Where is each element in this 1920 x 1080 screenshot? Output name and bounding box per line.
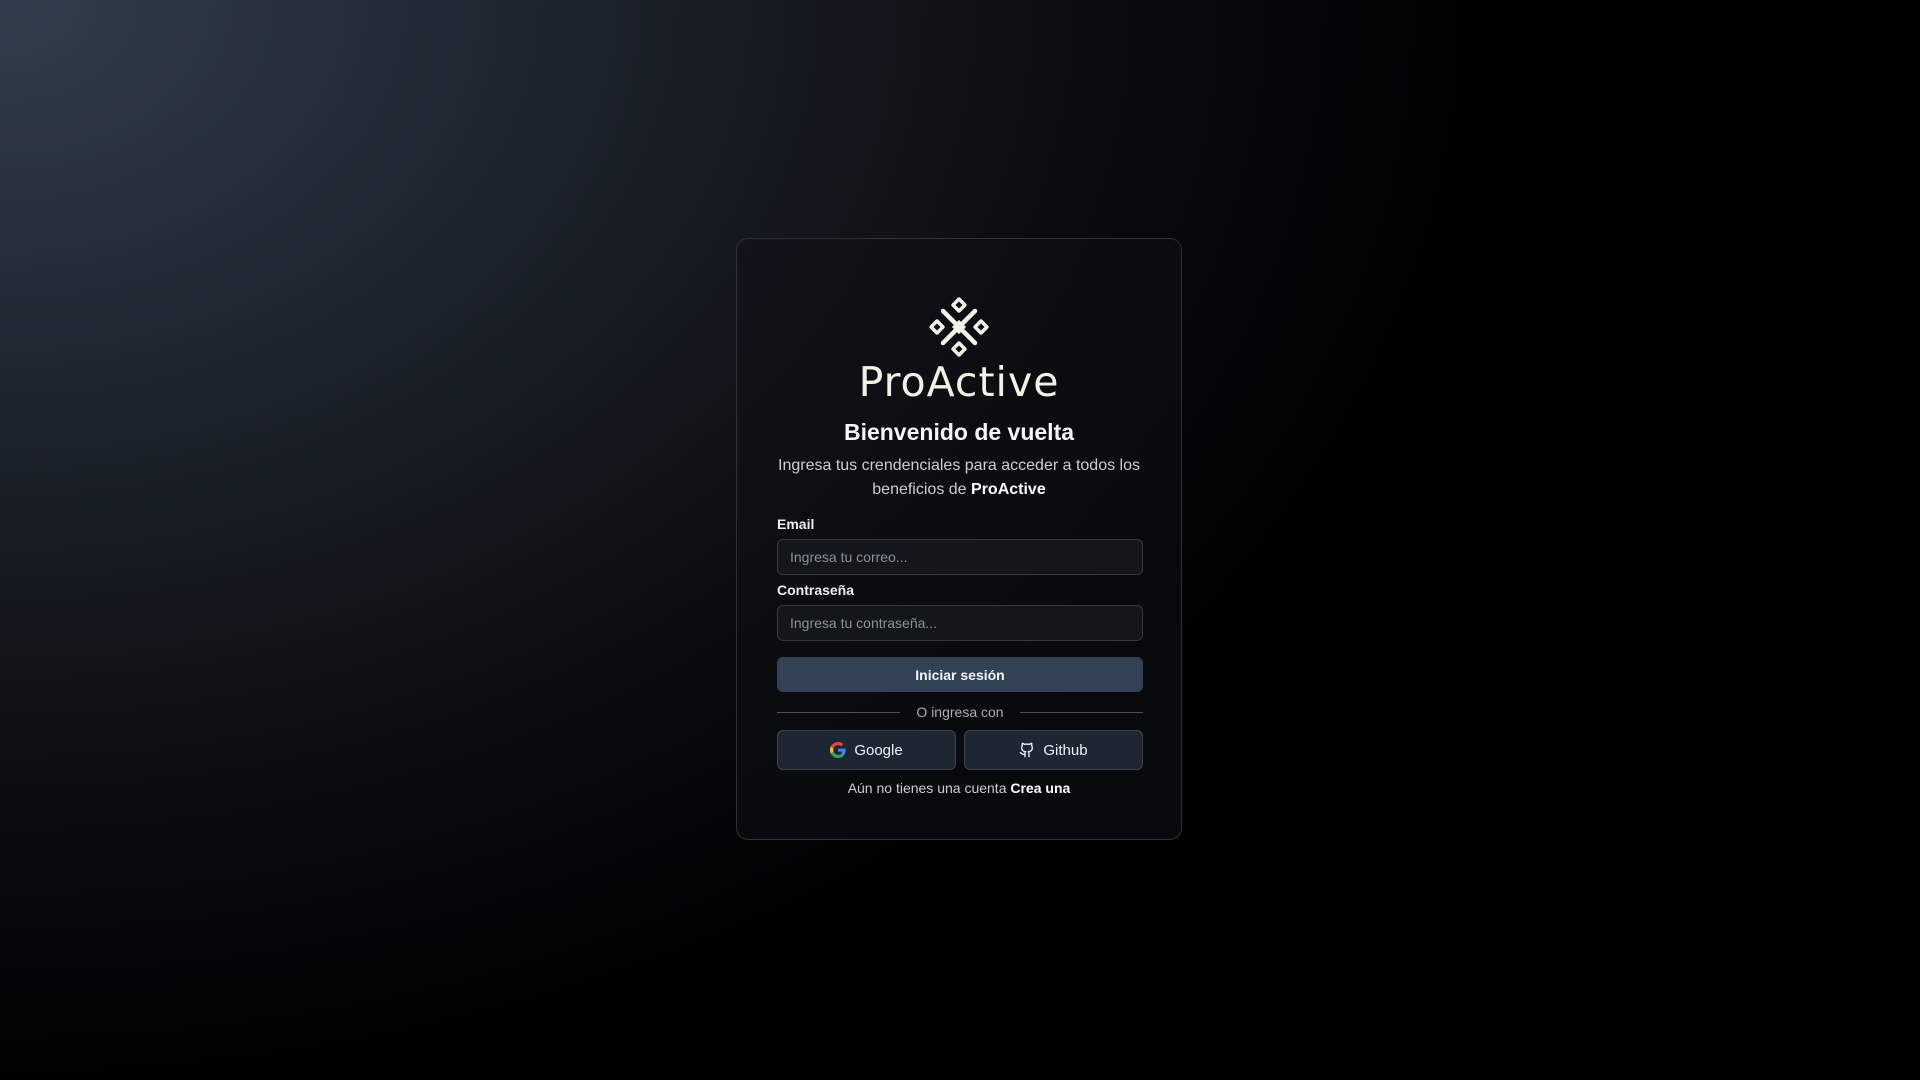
signup-link[interactable]: Crea una — [1010, 780, 1070, 796]
github-label: Github — [1043, 741, 1088, 759]
email-field[interactable] — [777, 539, 1143, 575]
page-title: Bienvenido de vuelta — [843, 419, 1075, 445]
subtitle-text: Ingresa tus crendenciales para acceder a… — [778, 457, 1140, 498]
github-icon — [1020, 742, 1034, 758]
password-label: Contraseña — [777, 582, 855, 598]
divider-line-left — [777, 711, 901, 713]
brand-logo: ProActive — [737, 297, 1181, 405]
page-subtitle: Ingresa tus crendenciales para acceder a… — [777, 454, 1141, 502]
social-divider: O ingresa con — [777, 702, 1144, 722]
divider-line-right — [1019, 711, 1144, 713]
subtitle-brand: ProActive — [971, 481, 1046, 498]
divider-text: O ingresa con — [916, 704, 1004, 720]
github-login-button[interactable]: Github — [964, 730, 1143, 770]
login-card: ProActive Bienvenido de vuelta Ingresa t… — [736, 238, 1182, 840]
google-login-button[interactable]: Google — [777, 730, 956, 770]
login-button[interactable]: Iniciar sesión — [777, 657, 1143, 692]
email-label: Email — [777, 516, 815, 532]
google-label: Google — [854, 741, 903, 759]
signup-text: Aún no tienes una cuenta — [847, 780, 1007, 796]
google-icon — [830, 742, 846, 758]
signup-prompt: Aún no tienes una cuenta Crea una — [737, 780, 1181, 796]
proactive-logo-icon — [929, 297, 989, 357]
brand-name: ProActive — [858, 358, 1060, 406]
password-field[interactable] — [777, 605, 1143, 641]
